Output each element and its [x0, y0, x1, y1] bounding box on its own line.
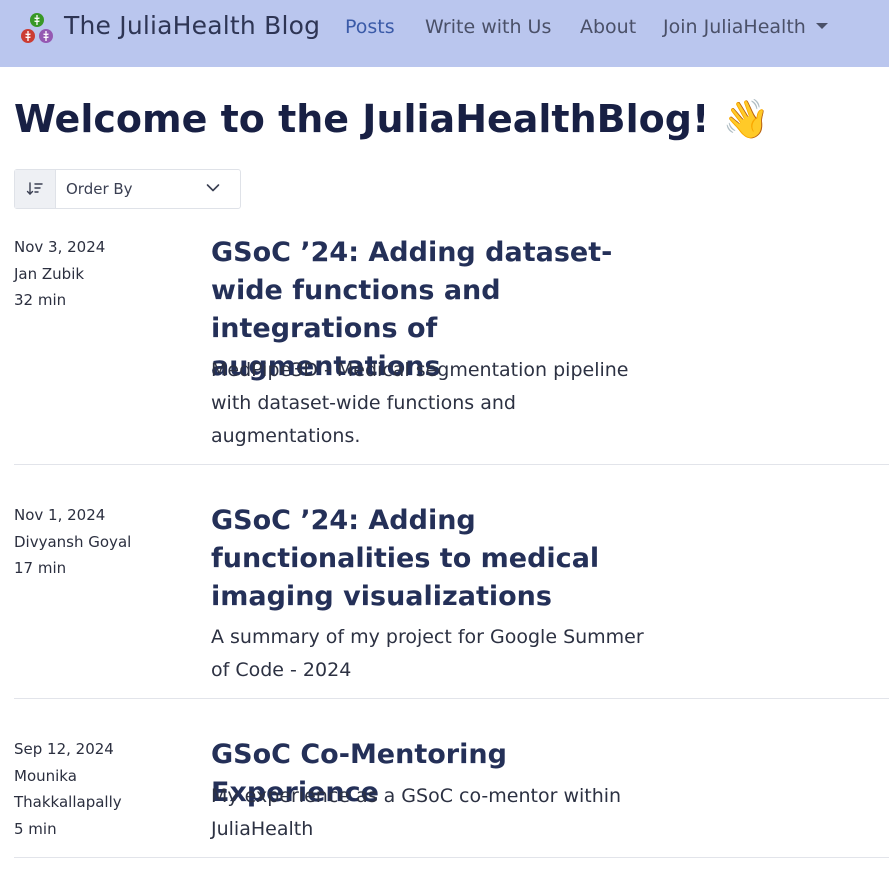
page-title-text: Welcome to the JuliaHealthBlog! [14, 97, 710, 141]
page-title: Welcome to the JuliaHealthBlog! 👋 [14, 97, 770, 142]
nav-about[interactable]: About [580, 16, 636, 38]
nav-join-juliahealth[interactable]: Join JuliaHealth [663, 16, 828, 38]
post-divider [14, 857, 889, 858]
post-author: Jan Zubik [14, 264, 85, 283]
nav-posts[interactable]: Posts [345, 16, 395, 38]
sort-icon [26, 182, 43, 195]
nav-write-with-us[interactable]: Write with Us [425, 16, 551, 38]
site-brand[interactable]: The JuliaHealth Blog [64, 11, 320, 40]
post-description: MedPipe3D - Medical segmentation pipelin… [211, 359, 629, 447]
post-divider [14, 464, 889, 465]
post-author: Mounika Thakkallapally [14, 766, 122, 812]
post-meta: Sep 12, 2024 Mounika Thakkallapally 5 mi… [14, 736, 144, 842]
post-description: My experience as a GSoC co-mentor within… [211, 785, 622, 840]
dropdown-caret-icon [815, 23, 828, 29]
post-reading-time: 17 min [14, 559, 67, 577]
post-date: Nov 1, 2024 [14, 506, 106, 524]
post-description: A summary of my project for Google Summe… [211, 626, 644, 681]
nav-join-label: Join JuliaHealth [663, 16, 806, 38]
order-by-select[interactable]: Order By [14, 169, 241, 209]
sort-icon-cell [15, 170, 56, 208]
navbar: The JuliaHealth Blog Posts Write with Us… [0, 0, 889, 67]
post-date: Nov 3, 2024 [14, 238, 106, 256]
julia-health-logo-icon[interactable] [19, 12, 55, 46]
post-author: Divyansh Goyal [14, 532, 132, 551]
post-title[interactable]: GSoC ’24: Adding functionalities to medi… [211, 502, 656, 616]
post-date: Sep 12, 2024 [14, 740, 114, 758]
order-by-label: Order By [66, 180, 133, 198]
chevron-down-icon [206, 184, 220, 192]
waving-hand-emoji: 👋 [722, 97, 770, 141]
post-reading-time: 5 min [14, 819, 57, 838]
post-reading-time: 32 min [14, 291, 67, 309]
post-divider [14, 698, 889, 699]
post-meta: Nov 1, 2024 Divyansh Goyal 17 min [14, 502, 144, 582]
post-meta: Nov 3, 2024 Jan Zubik 32 min [14, 234, 144, 314]
